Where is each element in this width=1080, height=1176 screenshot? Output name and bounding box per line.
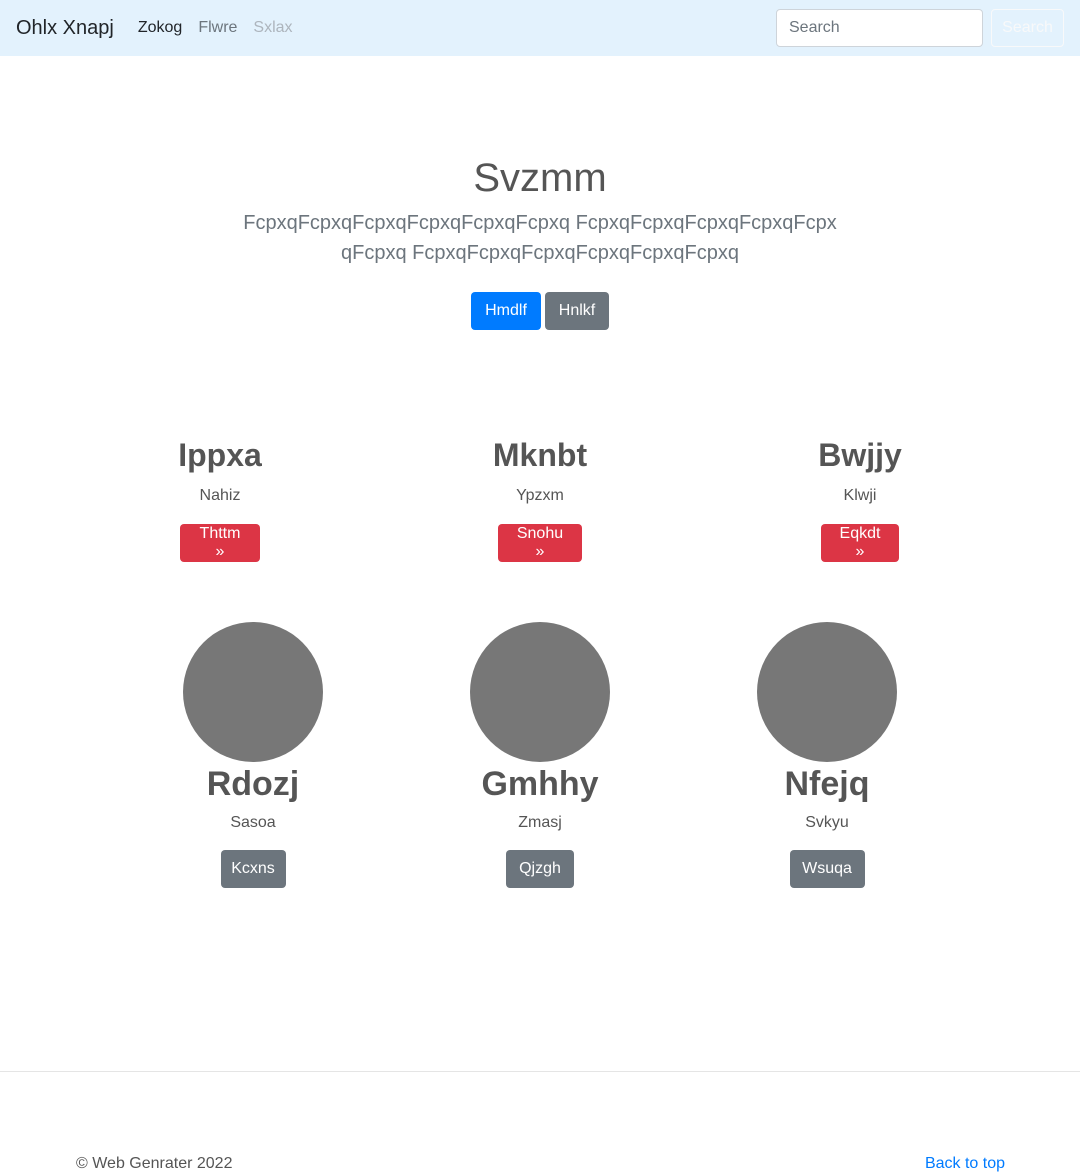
feature-title: Mknbt [492,437,588,473]
avatar-placeholder [470,622,610,762]
feature-column: Ippxa Nahiz Thttm » [100,436,340,562]
back-to-top-link[interactable]: Back to top [925,1155,1005,1173]
feature-column: Bwjjy Klwji Eqkdt » [740,436,980,562]
nav-link-flwre[interactable]: Flwre [198,20,237,36]
top-navbar: Ohlx Xnapj Zokog Flwre Sxlax Search [0,0,1080,56]
profile-text: Svkyu [805,814,849,831]
profile-title: Nfejq [784,765,870,803]
navbar-brand[interactable]: Ohlx Xnapj [16,18,114,38]
search-button[interactable]: Search [991,9,1064,47]
feature-title: Bwjjy [818,437,902,473]
profile-column: Nfejq Svkyu Wsuqa [697,622,957,888]
nav-link-sxlax: Sxlax [253,19,293,36]
avatar-placeholder [183,622,323,762]
hero-button-group: Hmdlf Hnlkf [0,292,1080,330]
profile-title: Gmhhy [481,765,599,803]
feature-text: Ypzxm [516,487,564,504]
footer-copyright: © Web Genrater 2022 [76,1155,233,1172]
profile-column: Rdozj Sasoa Kcxns [123,622,383,888]
profile-button[interactable]: Kcxns [220,850,286,888]
feature-button[interactable]: Snohu » [498,524,582,562]
avatar-placeholder [757,622,897,762]
feature-button[interactable]: Thttm » [180,524,260,562]
feature-text: Nahiz [199,487,241,504]
search-input[interactable] [776,9,983,47]
profile-title: Rdozj [206,765,300,803]
profile-text: Zmasj [518,814,562,831]
hero-secondary-button[interactable]: Hnlkf [545,292,609,330]
hero-primary-button[interactable]: Hmdlf [471,292,541,330]
profile-text: Sasoa [230,814,276,831]
feature-button[interactable]: Eqkdt » [821,524,899,562]
profile-button[interactable]: Wsuqa [789,850,865,888]
profile-button[interactable]: Qjzgh [506,850,574,888]
feature-title: Ippxa [178,437,262,473]
feature-text: Klwji [843,487,877,504]
hero-lead-text: FcpxqFcpxqFcpxqFcpxqFcpxqFcpxq FcpxqFcpx… [243,212,837,264]
feature-column: Mknbt Ypzxm Snohu » [420,436,660,562]
navbar-search-form: Search [776,9,1064,47]
nav-link-zokog[interactable]: Zokog [138,20,182,36]
footer-divider [0,1071,1080,1072]
hero-title: Svzmm [473,156,607,200]
profile-column: Gmhhy Zmasj Qjzgh [410,622,670,888]
